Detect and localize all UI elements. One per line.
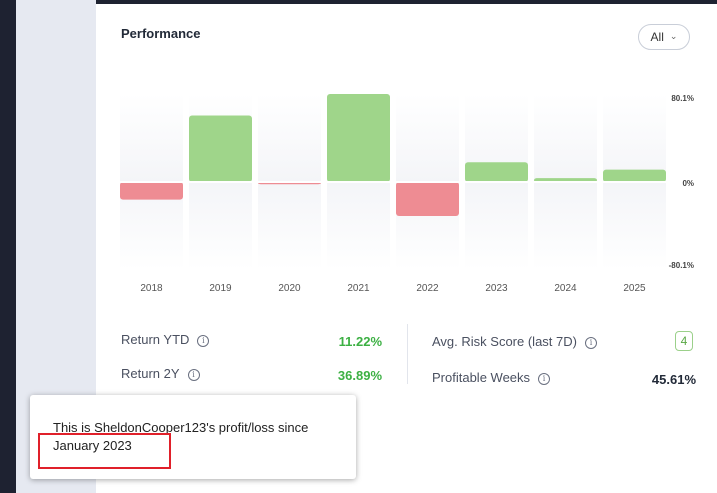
bar-track [465,182,528,270]
bar-track [258,94,321,182]
risk-score-badge: 4 [675,331,693,351]
return-ytd-value: 11.22% [338,334,382,349]
return-2y-value: 36.89% [337,368,382,383]
y-tick-label: 80.1% [671,94,694,103]
bar-track [258,182,321,270]
return-2y-label-text: Return 2Y [121,366,180,381]
metrics-divider [407,324,408,384]
info-icon[interactable]: i [197,335,210,347]
x-tick-label: 2024 [554,283,577,294]
risk-score-label-text: Avg. Risk Score (last 7D) [432,334,577,349]
x-tick-label: 2018 [140,283,163,294]
performance-bar-chart: 2018 2019 2020 2021 2022 2023 2024 2025 80.1% 0% -… [120,94,694,294]
risk-score-label: Avg. Risk Score (last 7D) i [432,334,597,349]
bar-track [327,182,390,270]
bar-2021 [327,94,390,182]
bar-2023 [465,162,528,182]
profitable-weeks-value: 45.61% [651,372,696,387]
x-tick-label: 2019 [209,283,232,294]
info-icon[interactable]: i [187,369,200,381]
info-icon[interactable]: i [538,373,551,385]
bar-track [189,182,252,270]
y-tick-label: 0% [682,179,694,188]
x-tick-label: 2025 [623,283,646,294]
bar-track [534,182,597,270]
bar-track [603,182,666,270]
x-tick-label: 2022 [416,283,439,294]
return-2y-label: Return 2Y i [121,366,200,381]
bar-2019 [189,115,252,182]
bar-2022 [396,182,459,217]
bar-track [120,94,183,182]
bar-2018 [120,182,183,200]
x-tick-label: 2020 [278,283,301,294]
profitable-weeks-label-text: Profitable Weeks [432,370,531,385]
bar-2025 [603,169,666,182]
x-tick-label: 2023 [485,283,508,294]
profitable-weeks-label: Profitable Weeks i [432,370,551,385]
info-icon[interactable]: i [584,337,597,349]
bar-track [396,94,459,182]
y-tick-label: -80.1% [669,261,694,270]
bar-track [534,94,597,182]
highlight-annotation-box [38,433,171,469]
return-ytd-label: Return YTD i [121,332,210,347]
x-tick-label: 2021 [347,283,370,294]
bar-track [603,94,666,182]
return-ytd-label-text: Return YTD [121,332,190,347]
